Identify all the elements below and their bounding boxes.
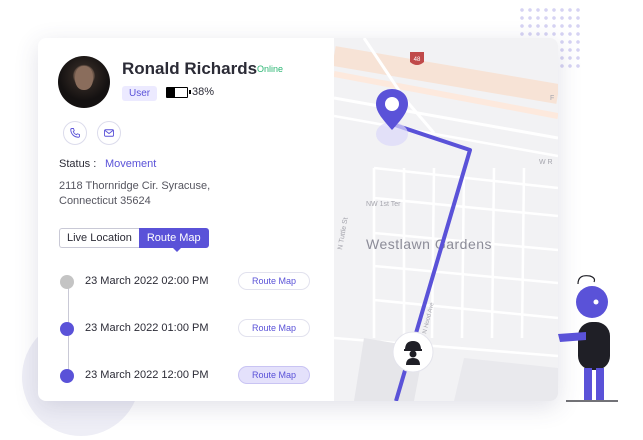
street-label: NW 1st Ter	[366, 201, 401, 208]
timeline-dot	[60, 322, 74, 336]
battery-fill	[167, 88, 175, 97]
route-map[interactable]: NW 1st Ter N Tuttle St W R F N Hood Ave …	[334, 38, 558, 401]
details-panel: Ronald Richards Online User 38% Status :…	[38, 38, 334, 401]
battery-percentage: 38%	[192, 86, 215, 98]
tab-route-map[interactable]: Route Map	[138, 228, 209, 252]
route-map-button[interactable]: Route Map	[238, 366, 310, 384]
email-button[interactable]	[97, 121, 121, 145]
route-map-button[interactable]: Route Map	[238, 319, 310, 337]
status-label: Status :	[59, 158, 97, 170]
person-illustration	[558, 275, 618, 402]
status-value: Movement	[105, 158, 157, 170]
timeline-dot	[60, 275, 74, 289]
battery-icon	[166, 87, 191, 98]
timeline-dot	[60, 369, 74, 383]
tracking-card: Ronald Richards Online User 38% Status :…	[38, 38, 558, 401]
highway-number: 48	[414, 57, 421, 63]
timeline-datetime: 23 March 2022 01:00 PM	[85, 322, 209, 334]
online-status: Online	[257, 64, 284, 74]
street-label: W R	[539, 159, 553, 166]
timeline-datetime: 23 March 2022 02:00 PM	[85, 275, 209, 287]
role-badge: User	[122, 86, 158, 101]
avatar	[58, 56, 110, 108]
timeline-item: 23 March 2022 01:00 PM Route Map	[60, 319, 320, 339]
stage: Ronald Richards Online User 38% Status :…	[0, 0, 643, 440]
view-tabs: Live Location Route Map	[59, 228, 209, 252]
tab-live-location[interactable]: Live Location	[59, 228, 139, 248]
call-button[interactable]	[63, 121, 87, 145]
timeline-item: 23 March 2022 12:00 PM Route Map	[60, 366, 320, 386]
route-map-button[interactable]: Route Map	[238, 272, 310, 290]
timeline-datetime: 23 March 2022 12:00 PM	[85, 369, 209, 381]
phone-icon	[70, 128, 80, 138]
user-name: Ronald Richards	[122, 59, 258, 78]
map-canvas: NW 1st Ter N Tuttle St W R F N Hood Ave …	[334, 38, 558, 401]
area-label: Westlawn Gardens	[366, 236, 492, 252]
street-label: F	[550, 95, 554, 102]
mail-icon	[104, 129, 114, 137]
address-text: 2118 Thornridge Cir. Syracuse, Connectic…	[59, 180, 211, 207]
timeline-item: 23 March 2022 02:00 PM Route Map	[60, 272, 320, 292]
